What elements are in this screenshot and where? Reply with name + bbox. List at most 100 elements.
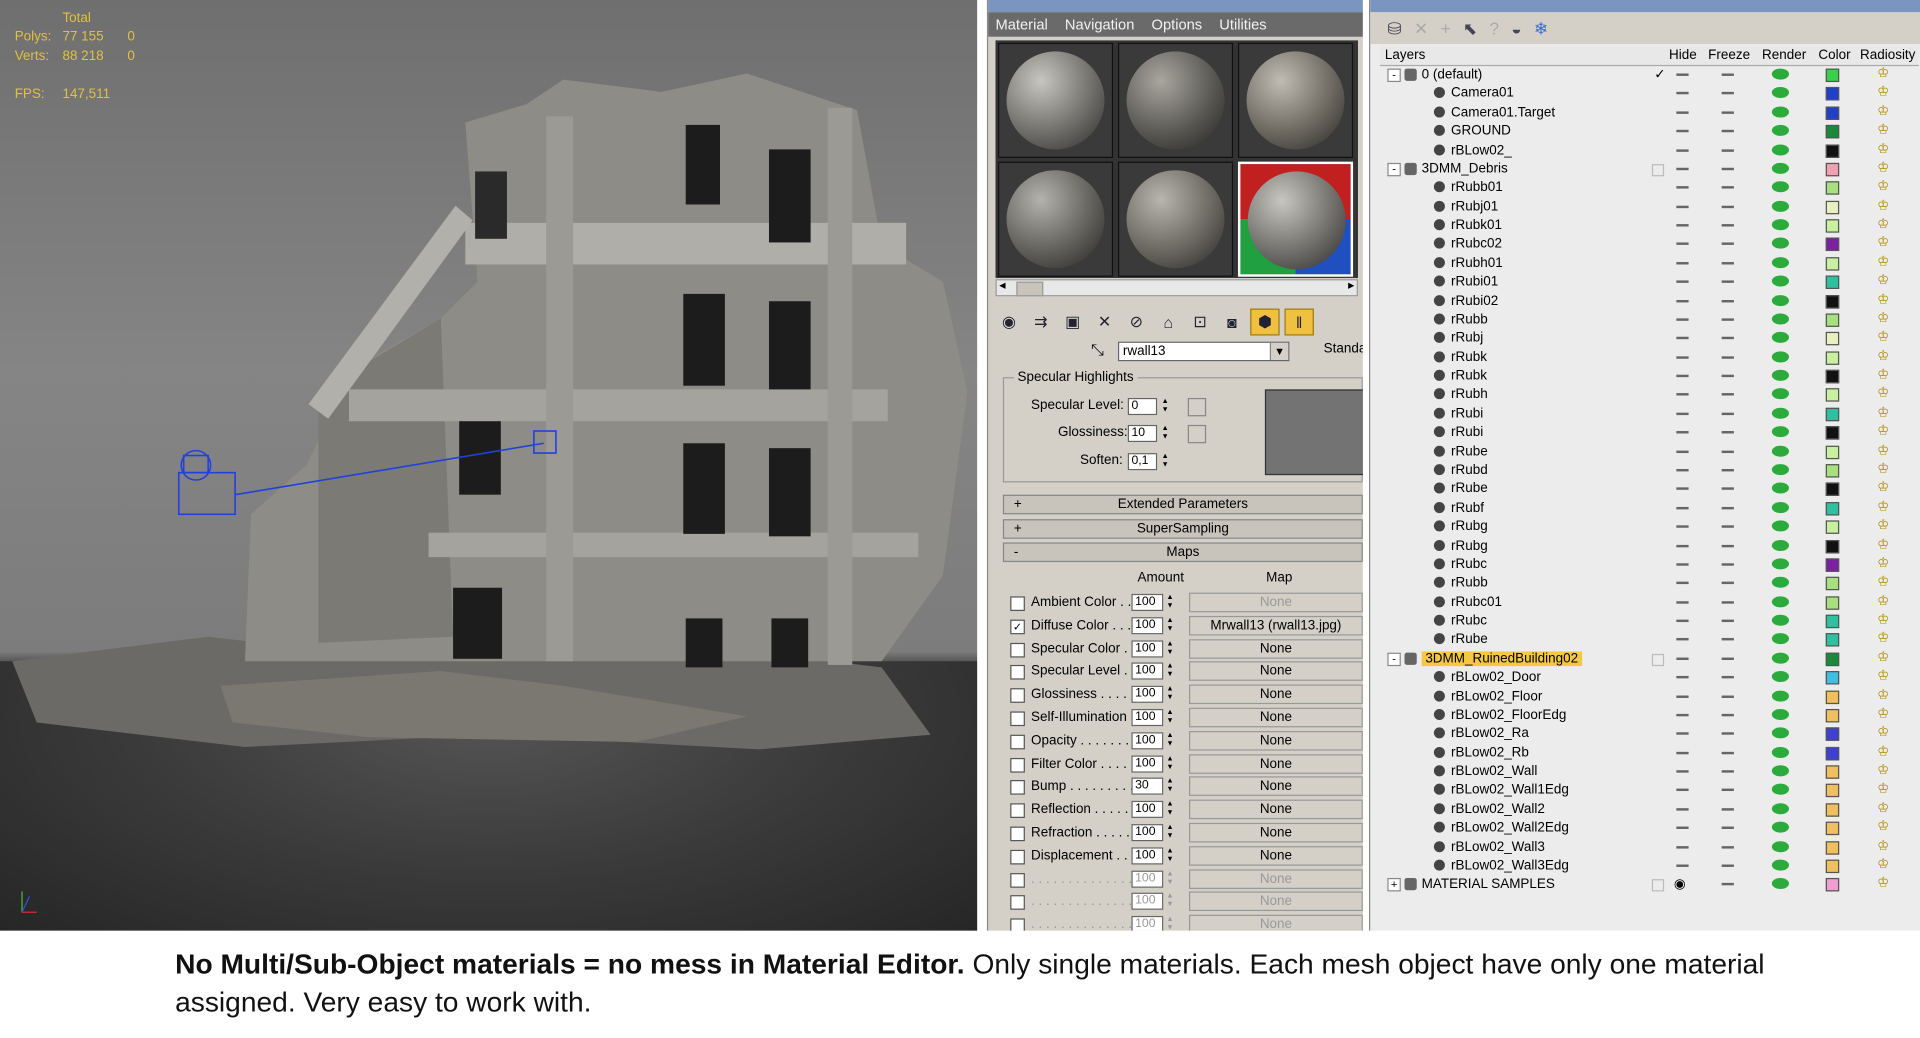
layer-color-swatch[interactable] xyxy=(1825,200,1840,214)
layer-name[interactable]: rRubi02 xyxy=(1451,293,1498,308)
layer-color-swatch[interactable] xyxy=(1825,746,1840,761)
column-layers[interactable]: Layers xyxy=(1385,48,1425,63)
freeze-toggle[interactable] xyxy=(1721,563,1734,566)
layer-name[interactable]: rRubf xyxy=(1451,500,1484,515)
map-amount-field[interactable]: 100 xyxy=(1131,708,1164,727)
hide-toggle[interactable] xyxy=(1676,148,1689,152)
hide-toggle[interactable] xyxy=(1676,563,1689,566)
radiosity-icon[interactable]: ♔ xyxy=(1877,688,1892,703)
radiosity-icon[interactable]: ♔ xyxy=(1877,631,1892,646)
layer-color-swatch[interactable] xyxy=(1825,878,1840,892)
layer-color-swatch[interactable] xyxy=(1825,68,1840,83)
layer-row[interactable]: - 3DMM_RuinedBuilding02 ♔ xyxy=(1380,650,1919,668)
map-slot-button[interactable]: None xyxy=(1188,684,1363,705)
layer-name[interactable]: rRubh xyxy=(1451,387,1488,402)
hide-toggle[interactable] xyxy=(1676,355,1689,359)
collapse-icon[interactable]: - xyxy=(1387,652,1401,666)
radiosity-icon[interactable]: ♔ xyxy=(1877,593,1892,608)
freeze-toggle[interactable] xyxy=(1721,751,1734,754)
layer-name[interactable]: rBLow02_Wall3Edg xyxy=(1451,858,1569,873)
map-enable-checkbox[interactable] xyxy=(1010,665,1025,681)
radiosity-icon[interactable]: ♔ xyxy=(1877,556,1892,571)
layer-color-swatch[interactable] xyxy=(1825,445,1840,459)
scroll-thumb[interactable] xyxy=(1016,281,1044,297)
radiosity-icon[interactable]: ♔ xyxy=(1877,876,1892,891)
layer-color-swatch[interactable] xyxy=(1825,87,1840,101)
freeze-toggle[interactable] xyxy=(1721,807,1734,811)
layer-object-row[interactable]: rRubj ♔ xyxy=(1380,330,1919,348)
layer-name[interactable]: rBLow02_Door xyxy=(1451,670,1541,685)
layer-color-swatch[interactable] xyxy=(1825,577,1840,591)
layer-color-swatch[interactable] xyxy=(1825,143,1840,158)
layer-name[interactable]: 3DMM_Debris xyxy=(1422,162,1508,177)
freeze-toggle[interactable] xyxy=(1721,73,1734,76)
show-end-result-icon[interactable]: ⬢ xyxy=(1250,308,1280,336)
layer-name[interactable]: rRubj01 xyxy=(1451,199,1498,214)
hide-toggle[interactable] xyxy=(1676,280,1689,284)
layer-color-swatch[interactable] xyxy=(1825,426,1840,440)
layer-object-row[interactable]: rRubj01 ♔ xyxy=(1380,198,1919,216)
menu-material[interactable]: Material xyxy=(996,16,1048,33)
freeze-all-icon[interactable]: ❄ xyxy=(1534,18,1548,39)
render-teapot-icon[interactable] xyxy=(1771,633,1789,645)
layer-name[interactable]: rRube xyxy=(1451,482,1488,497)
freeze-toggle[interactable] xyxy=(1721,525,1734,528)
layer-object-row[interactable]: rRubg ♔ xyxy=(1380,537,1919,555)
hide-toggle[interactable] xyxy=(1676,657,1689,660)
layer-name[interactable]: rBLow02_Wall2 xyxy=(1451,802,1545,817)
help-icon[interactable]: ? xyxy=(1489,18,1499,38)
hide-toggle[interactable] xyxy=(1676,751,1689,754)
layer-name[interactable]: rRubi xyxy=(1451,425,1483,440)
hide-toggle[interactable] xyxy=(1676,506,1689,510)
spinner-icon[interactable]: ▲ ▼ xyxy=(1164,893,1175,910)
layer-color-swatch[interactable] xyxy=(1825,840,1840,855)
map-amount-field[interactable]: 100 xyxy=(1131,893,1164,911)
layer-name[interactable]: rBLow02_Wall xyxy=(1451,764,1537,779)
freeze-toggle[interactable] xyxy=(1721,581,1734,585)
3d-viewport[interactable]: Total Polys: 77 155 0 Verts: 88 218 0 FP… xyxy=(0,0,978,931)
map-slot-button[interactable]: None xyxy=(1188,868,1363,889)
freeze-toggle[interactable] xyxy=(1721,544,1734,547)
radiosity-icon[interactable]: ♔ xyxy=(1877,782,1892,797)
map-slot-button[interactable]: None xyxy=(1188,776,1363,797)
menu-navigation[interactable]: Navigation xyxy=(1065,16,1134,33)
render-teapot-icon[interactable] xyxy=(1771,671,1789,683)
make-active-checkbox[interactable] xyxy=(1651,879,1665,892)
layer-object-row[interactable]: rRubc ♔ xyxy=(1380,612,1919,630)
layer-object-row[interactable]: rRubk01 ♔ xyxy=(1380,217,1919,235)
render-teapot-icon[interactable] xyxy=(1771,595,1789,607)
layer-object-row[interactable]: rBLow02_Wall3 ♔ xyxy=(1380,838,1919,856)
spinner-icon[interactable]: ▲ ▼ xyxy=(1164,778,1175,795)
layer-object-row[interactable]: rRubi ♔ xyxy=(1380,424,1919,442)
map-slot-button[interactable]: None xyxy=(1188,914,1363,931)
sample-slots-scrollbar[interactable]: ◂ ▸ xyxy=(995,279,1358,297)
layer-name[interactable]: rRube xyxy=(1451,444,1488,459)
map-amount-field[interactable]: 100 xyxy=(1131,916,1164,931)
layer-name[interactable]: rBLow02_Wall3 xyxy=(1451,839,1545,854)
freeze-toggle[interactable] xyxy=(1721,732,1734,736)
layer-name[interactable]: rRubb01 xyxy=(1451,180,1503,195)
render-teapot-icon[interactable] xyxy=(1771,445,1789,457)
radiosity-icon[interactable]: ♔ xyxy=(1877,462,1892,477)
layer-object-row[interactable]: rRubb ♔ xyxy=(1380,311,1919,329)
spinner-icon[interactable]: ▲ ▼ xyxy=(1164,755,1175,772)
layer-color-swatch[interactable] xyxy=(1825,821,1840,836)
sample-slot-5[interactable] xyxy=(1117,161,1234,277)
render-teapot-icon[interactable] xyxy=(1771,614,1789,626)
radiosity-icon[interactable]: ♔ xyxy=(1877,198,1892,213)
layer-color-swatch[interactable] xyxy=(1825,256,1840,271)
delete-icon[interactable]: ✕ xyxy=(1091,310,1118,334)
freeze-toggle[interactable] xyxy=(1721,299,1734,302)
hide-toggle[interactable] xyxy=(1676,261,1689,265)
freeze-toggle[interactable] xyxy=(1721,600,1734,604)
map-enable-checkbox[interactable] xyxy=(1010,849,1025,865)
render-teapot-icon[interactable] xyxy=(1771,652,1789,664)
freeze-toggle[interactable] xyxy=(1721,129,1734,133)
map-slot-button[interactable]: None xyxy=(1188,822,1363,843)
map-slot-button[interactable]: None xyxy=(1188,891,1363,912)
map-amount-field[interactable]: 100 xyxy=(1131,870,1164,888)
radiosity-icon[interactable]: ♔ xyxy=(1877,405,1892,420)
hide-toggle[interactable] xyxy=(1676,186,1689,189)
layer-row[interactable]: - 3DMM_Debris ♔ xyxy=(1380,160,1919,178)
map-amount-field[interactable]: 100 xyxy=(1131,616,1164,635)
